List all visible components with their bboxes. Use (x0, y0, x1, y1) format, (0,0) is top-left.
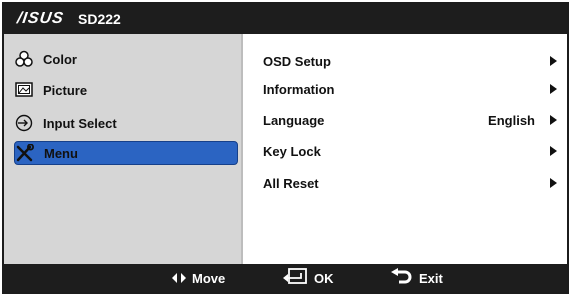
wrench-screwdriver-icon (15, 144, 35, 162)
model-name: SD222 (78, 11, 121, 27)
sidebar-item-label: Menu (44, 145, 78, 161)
sidebar: Color Picture Input Select Menu (4, 34, 243, 264)
input-select-icon (14, 114, 34, 132)
sidebar-item-picture[interactable]: Picture (14, 78, 238, 102)
language-value: English (488, 113, 535, 128)
return-arrow-icon (391, 267, 419, 289)
sidebar-item-label: Input Select (43, 115, 117, 131)
menu-row-osd-setup[interactable]: OSD Setup (263, 52, 557, 72)
sidebar-item-label: Picture (43, 82, 88, 98)
menu-row-all-reset[interactable]: All Reset (263, 174, 557, 194)
ok-label: OK (314, 270, 334, 286)
menu-row-label: Key Lock (263, 144, 321, 159)
osd-menu-window: /ISUS SD222 Color Picture Input Select M… (2, 2, 569, 294)
menu-row-label: Information (263, 82, 335, 97)
arrow-right-icon (550, 146, 557, 156)
asus-logo: /ISUS (15, 10, 66, 27)
arrow-right-icon (550, 84, 557, 94)
sidebar-item-label: Color (43, 51, 77, 67)
menu-row-language[interactable]: Language English (263, 111, 557, 131)
title-bar: /ISUS SD222 (4, 4, 567, 34)
ok-hint: OK (282, 264, 334, 292)
color-icon (14, 50, 34, 68)
sidebar-item-menu[interactable]: Menu (14, 141, 238, 165)
sidebar-item-color[interactable]: Color (14, 47, 238, 71)
exit-label: Exit (419, 270, 443, 286)
move-label: Move (192, 270, 226, 286)
menu-row-label: All Reset (263, 176, 319, 191)
sidebar-item-input-select[interactable]: Input Select (14, 111, 238, 135)
menu-row-label: OSD Setup (263, 54, 331, 69)
arrow-right-icon (550, 56, 557, 66)
arrow-right-icon (550, 115, 557, 125)
move-hint: Move (172, 264, 225, 292)
arrow-right-icon (550, 178, 557, 188)
exit-hint: Exit (391, 264, 443, 292)
enter-icon (282, 267, 314, 290)
menu-row-key-lock[interactable]: Key Lock (263, 142, 557, 162)
menu-row-label: Language (263, 113, 325, 128)
picture-icon (14, 81, 34, 99)
footer-hint-bar: Move OK Exit (4, 264, 567, 292)
menu-row-information[interactable]: Information (263, 80, 557, 100)
menu-content: OSD Setup Information Language English K… (243, 34, 567, 264)
left-right-arrows-icon (172, 271, 192, 286)
